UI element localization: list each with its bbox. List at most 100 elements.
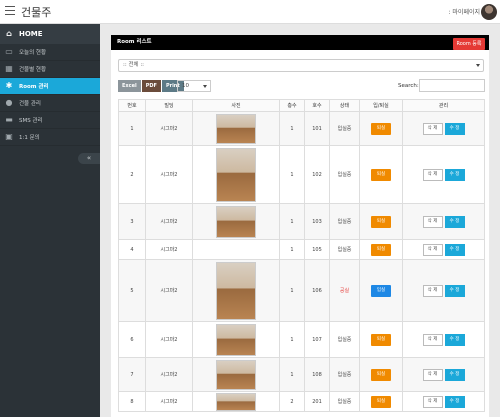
room-photo[interactable] [216,392,256,411]
sidebar-item-1[interactable]: ▦ 건물별 현황 [0,61,100,78]
column-header[interactable]: 빌딩 [145,99,193,112]
column-header[interactable]: 번호 [118,99,146,112]
page-size-value: 10 [182,83,189,89]
search-label: Search: [398,83,419,89]
table-row[interactable]: 6 시그마2 1 107 입실중 퇴실 삭 제수 정 [118,321,485,358]
sidebar-item-label: Room 관리 [19,84,49,90]
edit-button[interactable]: 수 정 [444,168,465,181]
delete-button[interactable]: 삭 제 [422,243,443,256]
room-photo[interactable] [216,323,256,356]
delete-button[interactable]: 삭 제 [422,168,443,181]
room-photo[interactable] [216,113,256,144]
avatar[interactable] [481,4,497,20]
row-building: 시그마2 [145,259,193,322]
menu-icon[interactable] [5,6,15,16]
search-input[interactable] [419,79,485,92]
sidebar-item-label: SMS 관리 [19,118,43,124]
excel-button[interactable]: Excel [118,80,141,92]
row-number: 2 [118,145,146,204]
row-manage: 삭 제수 정 [402,145,485,204]
table-row[interactable]: 7 시그마2 1 108 입실중 퇴실 삭 제수 정 [118,357,485,392]
checkout-button[interactable]: 퇴실 [371,333,391,346]
row-room: 103 [304,203,330,240]
delete-button[interactable]: 삭 제 [422,395,443,408]
room-photo[interactable] [216,359,256,390]
row-status: 입실중 [329,357,360,392]
monitor-icon: ▭ [5,47,13,56]
building-filter-select[interactable]: :: 전체 :: [118,59,484,72]
checkout-button[interactable]: 퇴실 [371,395,391,408]
row-checkin-out: 퇴실 [359,111,403,146]
message-icon: ▬ [5,115,13,124]
row-room: 107 [304,321,330,358]
delete-button[interactable]: 삭 제 [422,368,443,381]
column-header[interactable]: 층수 [279,99,305,112]
table-row[interactable]: 4 시그마2 1 105 입실중 퇴실 삭 제수 정 [118,239,485,260]
checkin-button[interactable]: 입실 [371,284,391,297]
table-row[interactable]: 8 시그마2 2 201 입실중 퇴실 삭 제수 정 [118,391,485,412]
row-status: 입실중 [329,203,360,240]
sidebar-item-0[interactable]: ▭ 오늘의 현황 [0,44,100,61]
column-header[interactable]: 사진 [192,99,280,112]
chevron-down-icon [203,85,207,88]
row-manage: 삭 제수 정 [402,259,485,322]
checkout-button[interactable]: 퇴실 [371,122,391,135]
delete-button[interactable]: 삭 제 [422,215,443,228]
table-row[interactable]: 3 시그마2 1 103 입실중 퇴실 삭 제수 정 [118,203,485,240]
sidebar-item-2[interactable]: ✱ Room 관리 [0,78,100,95]
table-row[interactable]: 1 시그마2 1 101 입실중 퇴실 삭 제수 정 [118,111,485,146]
row-number: 3 [118,203,146,240]
row-manage: 삭 제수 정 [402,391,485,412]
column-header[interactable]: 관리 [402,99,485,112]
edit-button[interactable]: 수 정 [444,395,465,408]
row-checkin-out: 퇴실 [359,203,403,240]
checkout-button[interactable]: 퇴실 [371,215,391,228]
sidebar-item-3[interactable]: ● 건물 관리 [0,95,100,112]
room-register-button[interactable]: Room 등록 [453,38,485,50]
edit-button[interactable]: 수 정 [444,368,465,381]
delete-button[interactable]: 삭 제 [422,333,443,346]
brand-title[interactable]: 건물주 [21,4,51,20]
pdf-button[interactable]: PDF [141,80,161,92]
row-floor: 2 [279,391,305,412]
edit-button[interactable]: 수 정 [444,243,465,256]
sidebar-home[interactable]: ⌂ HOME [0,24,100,44]
row-floor: 1 [279,145,305,204]
gear-icon: ✱ [5,81,13,90]
table-icon: ▦ [5,64,13,73]
mypage-link[interactable]: : 마이페이지 [448,7,480,16]
checkout-button[interactable]: 퇴실 [371,243,391,256]
edit-button[interactable]: 수 정 [444,122,465,135]
column-header[interactable]: 상태 [329,99,360,112]
row-checkin-out: 퇴실 [359,239,403,260]
row-manage: 삭 제수 정 [402,321,485,358]
checkout-button[interactable]: 퇴실 [371,168,391,181]
room-photo[interactable] [216,205,256,238]
table-row[interactable]: 5 시그마2 1 106 공실 입실 삭 제수 정 [118,259,485,322]
column-header[interactable]: 입/퇴실 [359,99,403,112]
room-photo[interactable] [216,147,256,202]
room-list-panel: Room 리스트 Room 등록 :: 전체 :: Excel PDF Prin… [111,35,489,417]
room-photo[interactable] [216,261,256,320]
filter-value: :: 전체 :: [123,62,145,68]
row-photo [192,145,280,204]
edit-button[interactable]: 수 정 [444,284,465,297]
table-row[interactable]: 2 시그마2 1 102 입실중 퇴실 삭 제수 정 [118,145,485,204]
row-status: 입실중 [329,145,360,204]
edit-button[interactable]: 수 정 [444,333,465,346]
row-floor: 1 [279,203,305,240]
page-size-select[interactable]: 10 [177,80,211,92]
room-table: 번호 빌딩 사진 층수 호수 상태 입/퇴실 관리 1 시그마2 1 101 입실중 퇴실 삭 제수 정2… [118,99,485,412]
delete-button[interactable]: 삭 제 [422,284,443,297]
column-header[interactable]: 호수 [304,99,330,112]
row-photo [192,391,280,412]
sidebar-item-5[interactable]: ▣ 1:1 문의 [0,129,100,146]
delete-button[interactable]: 삭 제 [422,122,443,135]
row-manage: 삭 제수 정 [402,357,485,392]
edit-button[interactable]: 수 정 [444,215,465,228]
checkout-button[interactable]: 퇴실 [371,368,391,381]
row-room: 106 [304,259,330,322]
sidebar-collapse-button[interactable]: « [78,153,100,164]
sidebar-item-4[interactable]: ▬ SMS 관리 [0,112,100,129]
row-number: 8 [118,391,146,412]
